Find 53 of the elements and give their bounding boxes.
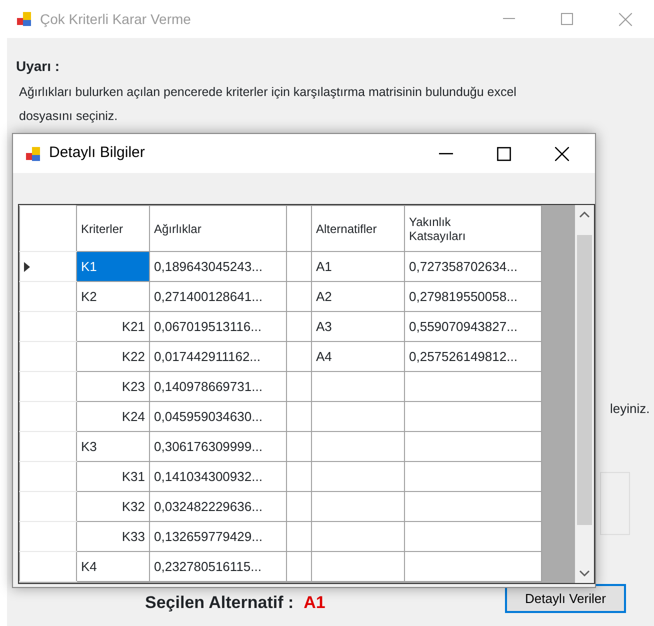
table-cell: 0,271400128641... [150, 282, 286, 312]
table-cell: K21 [76, 312, 150, 342]
table-cell: A4 [312, 342, 404, 372]
table-cell: 0,727358702634... [404, 252, 542, 282]
table-cell: K22 [76, 342, 150, 372]
table-cell: 0,232780516115... [150, 552, 286, 582]
scrollbar[interactable] [575, 205, 594, 583]
table-cell: K1 [76, 252, 150, 282]
dialog-title: Detaylı Bilgiler [49, 143, 145, 164]
table-cell: K31 [76, 462, 150, 492]
scroll-down-icon[interactable] [579, 570, 590, 577]
close-icon [555, 146, 569, 160]
table-cell: K3 [76, 432, 150, 462]
table-cell: K32 [76, 492, 150, 522]
table-cell: K23 [76, 372, 150, 402]
close-icon [618, 12, 632, 26]
table-cell: 0,045959034630... [150, 402, 286, 432]
table-cell: K33 [76, 522, 150, 552]
table-cell: K2 [76, 282, 150, 312]
column-header: Ağırlıklar [150, 206, 286, 252]
table-cell: 0,189643045243... [150, 252, 286, 282]
table-cell: 0,141034300932... [150, 462, 286, 492]
warning-text: Ağırlıkları bulurken açılan pencerede kriterler için karşılaştırma matrisinin bulunduğu excel dosyasını seçiniz. [19, 84, 518, 125]
table-cell: A3 [312, 312, 404, 342]
table-cell: 0,559070943827... [404, 312, 542, 342]
result-label: Seçilen Alternatif : [145, 593, 294, 612]
column-header: Yakınlık Katsayıları [404, 206, 542, 252]
table-cell: A1 [312, 252, 404, 282]
minimize-icon [503, 18, 515, 20]
maximize-icon [497, 146, 511, 160]
app-icon [16, 11, 32, 27]
details-button[interactable]: Detaylı Veriler [505, 584, 626, 613]
table-cell: K24 [76, 402, 150, 432]
maximize-icon [561, 13, 573, 25]
table-cell: K4 [76, 552, 150, 582]
table-cell: 0,140978669731... [150, 372, 286, 402]
table-cell: 0,067019513116... [150, 312, 286, 342]
panel [600, 472, 630, 535]
table-cell: 0,279819550058... [404, 282, 542, 312]
instruction-text: leyiniz. [610, 400, 650, 418]
minimize-icon [439, 152, 453, 154]
table-cell: A2 [312, 282, 404, 312]
table-cell: 0,032482229636... [150, 492, 286, 522]
scroll-up-icon[interactable] [579, 211, 590, 218]
result-value: A1 [304, 593, 326, 612]
window-title: Çok Kriterli Karar Verme [40, 10, 191, 29]
app-icon [25, 146, 41, 162]
table-cell: 0,132659779429... [150, 522, 286, 552]
column-header: Alternatifler [312, 206, 404, 252]
table-cell: 0,017442911162... [150, 342, 286, 372]
table-cell: 0,306176309999... [150, 432, 286, 462]
table-cell: 0,257526149812... [404, 342, 542, 372]
warning-label: Uyarı : [16, 57, 60, 76]
